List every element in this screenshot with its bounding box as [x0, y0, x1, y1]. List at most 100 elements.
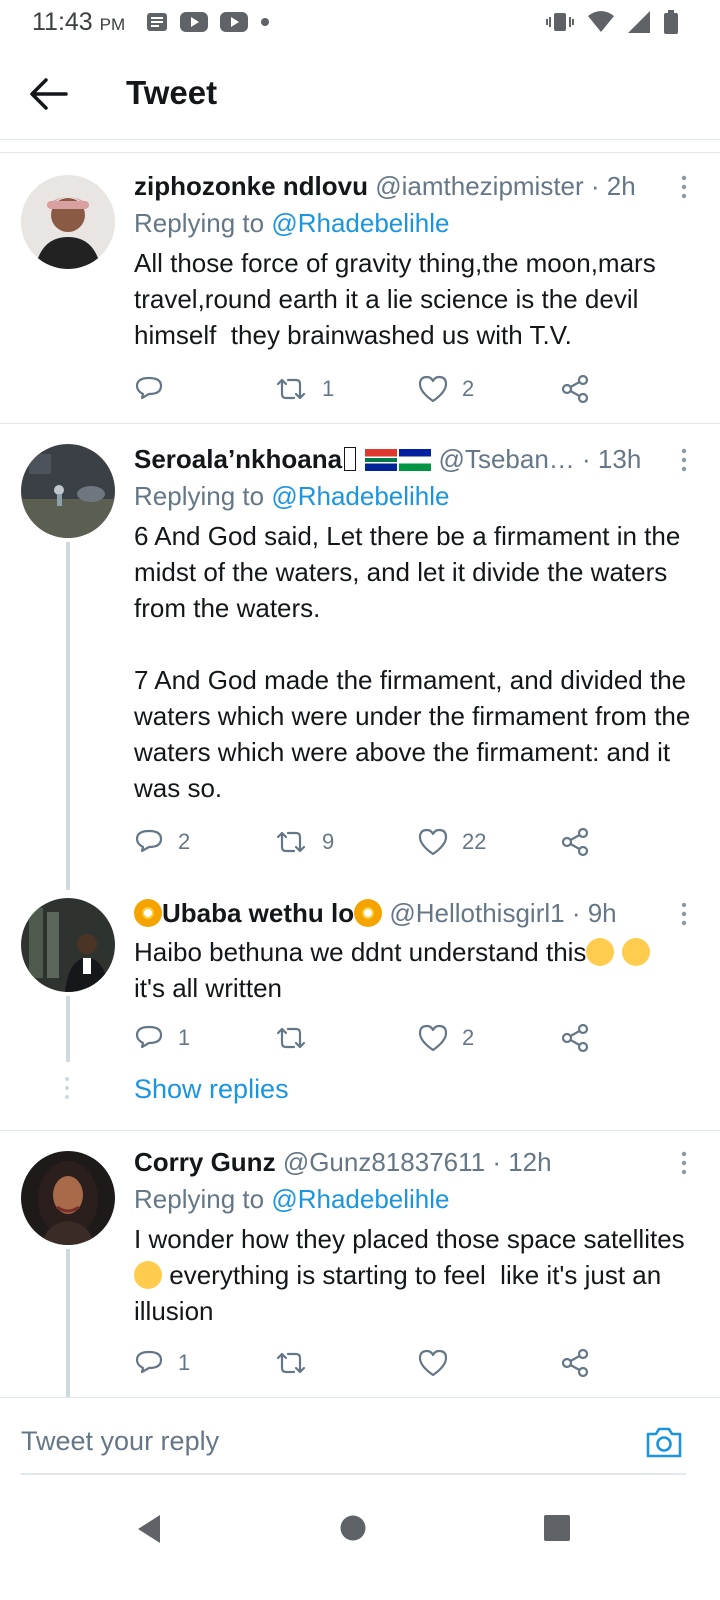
tweet-item[interactable]: Seroala’nkhoana @Tseban… · 13h Replying …: [0, 424, 720, 890]
reply-button[interactable]: 1: [134, 1345, 190, 1381]
like-button[interactable]: 2: [418, 1020, 474, 1056]
timestamp: · 13h: [582, 444, 642, 474]
username[interactable]: @iamthezipmister: [375, 171, 583, 201]
share-button[interactable]: [560, 1345, 590, 1381]
south-africa-flag-icon: [365, 449, 398, 471]
avatar[interactable]: [21, 444, 115, 538]
username[interactable]: @Hellothisgirl1: [389, 898, 564, 928]
camera-icon[interactable]: [644, 1424, 684, 1460]
username[interactable]: @Gunz81837611: [283, 1147, 485, 1177]
mention-link[interactable]: @Rhadebelihle: [271, 481, 449, 511]
mention-link[interactable]: @Rhadebelihle: [271, 208, 449, 238]
vibrate-icon: [546, 13, 574, 31]
clock-time: 11:43: [32, 8, 93, 36]
home-circle-icon[interactable]: [339, 1514, 367, 1542]
reply-input[interactable]: Tweet your reply: [21, 1426, 219, 1457]
reply-button[interactable]: 1: [134, 1020, 190, 1056]
replying-to: Replying to @Rhadebelihle: [134, 478, 692, 514]
replying-to: Replying to @Rhadebelihle: [134, 205, 692, 241]
avatar[interactable]: [21, 1151, 115, 1245]
like-button[interactable]: [418, 1345, 462, 1381]
system-nav-bar: [0, 1497, 720, 1600]
signal-icon: [628, 11, 650, 33]
heart-icon: [418, 1024, 448, 1052]
youtube-icon: [220, 12, 248, 32]
avatar[interactable]: [21, 898, 115, 992]
wifi-icon: [588, 11, 614, 32]
timestamp: · 12h: [492, 1147, 552, 1177]
share-icon: [561, 1023, 589, 1053]
retweet-count: 1: [322, 376, 335, 401]
like-button[interactable]: 2: [418, 371, 474, 407]
replying-prefix: Replying to: [134, 208, 265, 238]
display-name[interactable]: Corry Gunz: [134, 1147, 276, 1177]
reply-button[interactable]: [134, 371, 178, 407]
more-options-icon[interactable]: [674, 1149, 694, 1177]
page-title: Tweet: [126, 74, 218, 111]
thread-line: [66, 996, 70, 1062]
tweet-item[interactable]: Ubaba wethu lo @Hellothisgirl1 · 9h Haib…: [0, 884, 720, 1130]
arrow-left-icon[interactable]: [28, 76, 68, 112]
like-count: 22: [462, 829, 487, 854]
hand-over-mouth-emoji-icon: [586, 938, 615, 966]
display-name[interactable]: Ubaba wethu lo: [162, 898, 354, 928]
username[interactable]: @Tseban…: [439, 444, 575, 474]
retweet-icon: [276, 378, 306, 400]
news-icon: [147, 13, 167, 31]
tweet-item[interactable]: Corry Gunz @Gunz81837611 · 12h Replying …: [0, 1131, 720, 1397]
tweet-text-main: Haibo bethuna we ddnt understand this: [134, 937, 587, 967]
status-bar: 11:43 PM: [0, 0, 720, 48]
like-count: 2: [462, 1025, 475, 1050]
reply-count: 1: [178, 1025, 191, 1050]
retweet-button[interactable]: [274, 1020, 322, 1056]
dvd-emoji-icon: [354, 899, 383, 927]
avatar[interactable]: [21, 175, 115, 269]
tweet-header: Ubaba wethu lo @Hellothisgirl1 · 9h: [134, 896, 692, 930]
share-icon: [561, 374, 589, 404]
tweet-text: Haibo bethuna we ddnt understand this it…: [134, 934, 692, 1006]
tweet-text-b: everything is starting to feel like it's…: [134, 1260, 669, 1326]
reply-icon: [135, 1350, 163, 1374]
retweet-button[interactable]: 1: [274, 371, 334, 407]
tweet-content: Ubaba wethu lo @Hellothisgirl1 · 9h Haib…: [134, 896, 692, 1006]
display-name[interactable]: ziphozonke ndlovu: [134, 171, 368, 201]
tweet-text-a: I wonder how they placed those space sat…: [134, 1224, 685, 1254]
share-button[interactable]: [560, 1020, 590, 1056]
flushed-face-emoji-icon: [621, 938, 650, 966]
share-button[interactable]: [560, 824, 590, 860]
tweet-item[interactable]: ziphozonke ndlovu @iamthezipmister · 2h …: [0, 153, 720, 423]
thread-line: [66, 1249, 70, 1397]
more-options-icon[interactable]: [674, 900, 694, 928]
retweet-icon: [276, 831, 306, 853]
tweet-content: Seroala’nkhoana @Tseban… · 13h Replying …: [134, 442, 692, 806]
share-icon: [561, 827, 589, 857]
reply-icon: [135, 376, 163, 400]
share-button[interactable]: [560, 371, 590, 407]
heart-icon: [418, 375, 448, 403]
tweet-text: All those force of gravity thing,the moo…: [134, 248, 663, 350]
more-options-icon[interactable]: [674, 173, 694, 201]
retweet-button[interactable]: 9: [274, 824, 334, 860]
timestamp: · 2h: [590, 171, 636, 201]
show-replies-link[interactable]: Show replies: [134, 1074, 289, 1105]
tweet-actions: 1: [134, 1345, 614, 1381]
retweet-icon: [276, 1352, 306, 1374]
notification-dot-icon: [261, 18, 269, 26]
display-name[interactable]: Seroala’nkhoana: [134, 444, 342, 474]
tweet-text: I wonder how they placed those space sat…: [134, 1221, 692, 1329]
like-button[interactable]: 22: [418, 824, 486, 860]
retweet-icon: [276, 1027, 306, 1049]
back-triangle-icon[interactable]: [134, 1513, 164, 1545]
tweet-actions: 2 9 22: [134, 824, 614, 860]
mention-link[interactable]: @Rhadebelihle: [271, 1184, 449, 1214]
thread-dots: [65, 1077, 69, 1099]
raised-eyebrow-emoji-icon: [134, 1261, 162, 1289]
reply-button[interactable]: 2: [134, 824, 190, 860]
dvd-emoji-icon: [134, 899, 162, 927]
retweet-button[interactable]: [274, 1345, 322, 1381]
more-options-icon[interactable]: [674, 446, 694, 474]
recents-square-icon[interactable]: [543, 1514, 571, 1542]
tweet-content: ziphozonke ndlovu @iamthezipmister · 2h …: [134, 169, 692, 353]
battery-icon: [664, 10, 678, 34]
reply-count: 1: [178, 1350, 191, 1375]
